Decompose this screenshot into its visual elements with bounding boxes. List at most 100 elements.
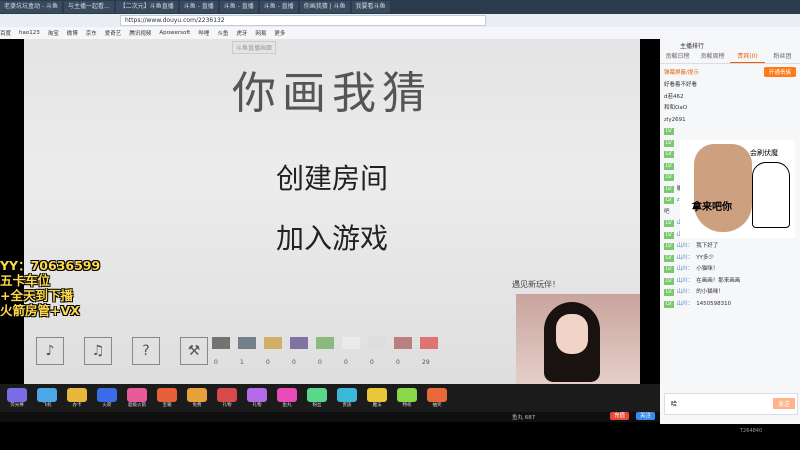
bookmark-item[interactable]: 百度	[0, 29, 11, 37]
gift-item[interactable]: 飞机	[34, 388, 60, 408]
bookmark-item[interactable]: 京东	[86, 29, 97, 37]
browser-tab[interactable]: 斗鱼 - 直播	[259, 1, 298, 13]
player-count: 29	[422, 359, 430, 366]
gift-item[interactable]: 宝箱	[154, 388, 180, 408]
browser-tab[interactable]: 斗鱼 - 直播	[219, 1, 258, 13]
gift-bar: 荧光棒 飞机 办卡 火箭 超级火箭 宝箱 免费 礼物 礼物 鱼丸 粉丝 贵族 魔法 特权 抽奖	[0, 384, 660, 412]
chat-text: 1450598310	[696, 300, 732, 307]
bookmark-item[interactable]: 腾讯视频	[129, 29, 151, 37]
speaker-icon[interactable]: ♫	[84, 337, 112, 365]
gift-item[interactable]: 礼物	[244, 388, 270, 408]
room-rank-label[interactable]: 主播排行	[680, 41, 704, 50]
flag-icon[interactable]	[368, 337, 386, 349]
open-noble-button[interactable]: 开通贵族	[763, 67, 796, 77]
flag-icon[interactable]	[394, 337, 412, 349]
gift-item[interactable]: 贵族	[334, 388, 360, 408]
gift-item[interactable]: 魔法	[364, 388, 390, 408]
chat-text: 在画画！那来画画	[696, 277, 741, 284]
sidebar-tab[interactable]: 贵宾(0)	[730, 51, 765, 63]
gift-item[interactable]: 礼物	[214, 388, 240, 408]
gift-icon	[67, 388, 87, 402]
bookmark-item[interactable]: 虎牙	[236, 29, 247, 37]
sidebar-tab[interactable]: 贡献日榜	[660, 51, 695, 63]
recharge-button[interactable]: 充值	[610, 412, 630, 420]
gift-item[interactable]: 特权	[394, 388, 420, 408]
level-badge: LV	[664, 151, 674, 158]
bookmark-item[interactable]: Apowersoft	[159, 30, 190, 36]
url-input[interactable]: https://www.douyu.com/2236132	[120, 15, 486, 26]
bookmark-item[interactable]: 淘宝	[48, 29, 59, 37]
join-game-button[interactable]: 加入游戏	[24, 217, 640, 257]
send-button[interactable]: 发送	[772, 398, 795, 409]
sidebar-tab[interactable]: 贡献周榜	[695, 51, 730, 63]
chat-message: LV 山川： 在画画！那来画画	[660, 276, 800, 288]
bookmark-item[interactable]: 微博	[67, 29, 78, 37]
gift-item[interactable]: 鱼丸	[274, 388, 300, 408]
chat-message: LV 山川： 1450598310	[660, 299, 800, 311]
player-count: 0	[396, 359, 400, 366]
help-icon[interactable]: ?	[132, 337, 160, 365]
follow-button[interactable]: 关注	[636, 412, 656, 420]
flag-icon[interactable]	[238, 337, 256, 349]
sidebar-tab[interactable]: 粉丝团	[765, 51, 800, 63]
gift-item[interactable]: 火箭	[94, 388, 120, 408]
flag-icon[interactable]	[212, 337, 230, 349]
gift-item[interactable]: 粉丝	[304, 388, 330, 408]
chat-input[interactable]: 哈 发送	[664, 393, 798, 415]
danmaku-hint[interactable]: 弹幕屏蔽/提示	[664, 68, 699, 76]
gift-label: 荧光棒	[10, 403, 24, 408]
gift-icon	[277, 388, 297, 402]
chat-username[interactable]: 山川：	[677, 243, 694, 249]
stage-tag: 斗鱼直播画面	[232, 41, 277, 54]
gift-icon	[247, 388, 267, 402]
flag-icon[interactable]	[264, 337, 282, 349]
sidebar-tabs: 贡献日榜 贡献周榜 贵宾(0) 粉丝团	[660, 51, 800, 64]
bookmark-item[interactable]: 更多	[274, 29, 285, 37]
bottom-right-code: T264840	[740, 428, 763, 434]
chat-username[interactable]: 山川：	[677, 266, 694, 272]
gift-icon	[127, 388, 147, 402]
cat-illustration	[752, 162, 790, 228]
chat-text: 吧	[664, 208, 670, 215]
speaker-icon[interactable]: ♪	[36, 337, 64, 365]
browser-tab[interactable]: 老婆坑坑盒动 - 斗鱼	[0, 1, 62, 13]
chat-username[interactable]: 山川：	[677, 289, 694, 295]
gift-label: 免费	[192, 403, 202, 408]
bookmark-item[interactable]: hao123	[19, 30, 40, 36]
bookmark-item[interactable]: 哔哩	[198, 29, 209, 37]
gift-label: 礼物	[222, 403, 232, 408]
player-count: 1	[240, 359, 244, 366]
chat-username[interactable]: 山川：	[677, 278, 694, 284]
create-room-button[interactable]: 创建房间	[24, 157, 640, 197]
gift-item[interactable]: 办卡	[64, 388, 90, 408]
browser-tab[interactable]: 【二次元】斗鱼直播	[115, 1, 178, 13]
bookmark-item[interactable]: 斗鱼	[217, 29, 228, 37]
flag-icon[interactable]	[342, 337, 360, 349]
chat-username[interactable]: 山川：	[677, 255, 694, 261]
bottom-tool-icons: ♪ ♫ ? ⚒	[36, 337, 228, 365]
browser-tab[interactable]: 与主播一起看...	[63, 1, 114, 13]
gift-item[interactable]: 荧光棒	[4, 388, 30, 408]
browser-tab-bar: 老婆坑坑盒动 - 斗鱼 与主播一起看... 【二次元】斗鱼直播 斗鱼 - 直播 斗鱼 -…	[0, 0, 800, 14]
flag-icon[interactable]	[290, 337, 308, 349]
bookmark-item[interactable]: 爱奇艺	[105, 29, 122, 37]
sticker-top-text: 会刷伏魔	[750, 149, 778, 157]
gift-item[interactable]: 超级火箭	[124, 388, 150, 408]
gift-label: 火箭	[102, 403, 112, 408]
bookmark-item[interactable]: 网易	[255, 29, 266, 37]
flag-icon[interactable]	[316, 337, 334, 349]
gift-icon	[97, 388, 117, 402]
browser-tab[interactable]: 你画我猜 | 斗鱼	[299, 1, 350, 13]
bookmarks-bar: 百度 hao123 淘宝 微博 京东 爱奇艺 腾讯视频 Apowersoft 哔哩 斗鱼 虎牙 网易更…	[0, 27, 800, 39]
browser-tab[interactable]: 斗鱼 - 直播	[179, 1, 218, 13]
wrench-icon[interactable]: ⚒	[180, 337, 208, 365]
gift-item[interactable]: 抽奖	[424, 388, 450, 408]
browser-tab[interactable]: 我要看斗鱼	[351, 1, 390, 13]
chat-text: 小猫咪！	[696, 266, 719, 272]
flag-icon[interactable]	[420, 337, 438, 349]
gift-item[interactable]: 免费	[184, 388, 210, 408]
overlay-line: 五卡车位	[0, 273, 51, 288]
chat-username[interactable]: 山川：	[677, 301, 694, 307]
streamer-overlay-text: YY：70636599 五卡车位 +全天到下播 火箭房管+VX	[0, 258, 100, 318]
find-partner-text: 遇见新玩伴！	[512, 280, 560, 289]
